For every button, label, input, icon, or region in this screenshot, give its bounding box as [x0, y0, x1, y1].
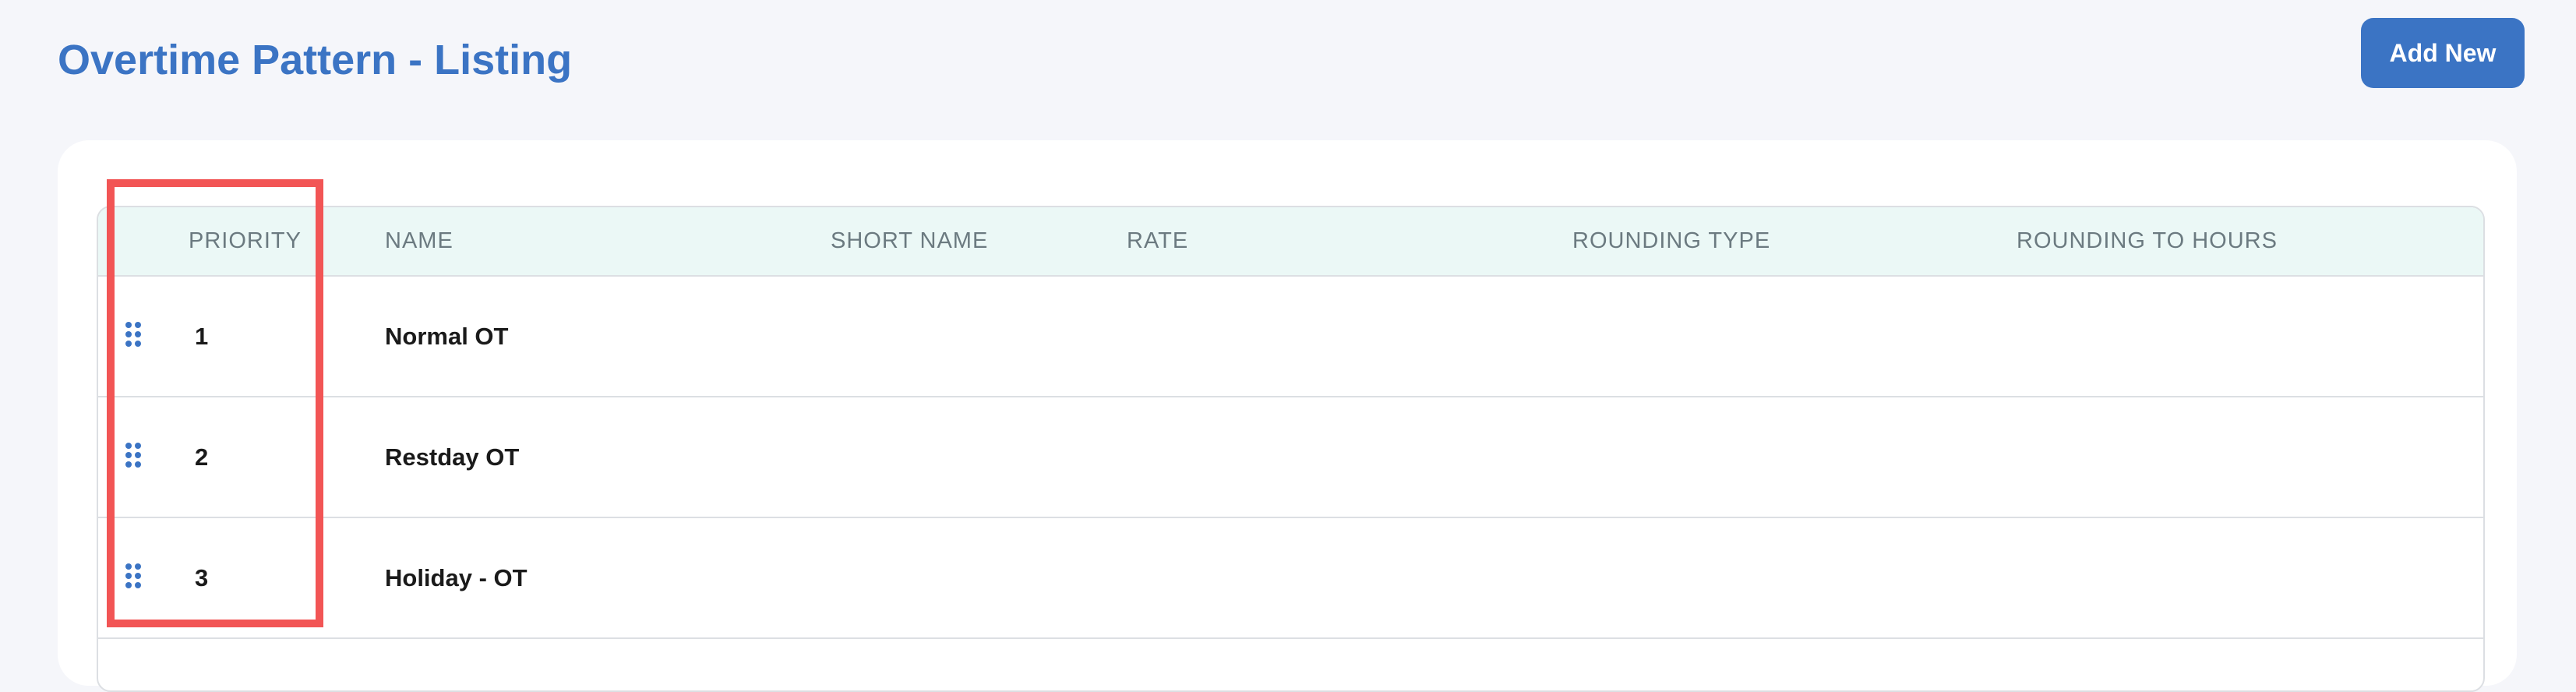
page-title: Overtime Pattern - Listing: [58, 37, 573, 83]
table-row[interactable]: 1 Normal OT: [98, 277, 2483, 397]
table-row[interactable]: 3 Holiday - OT: [98, 518, 2483, 639]
table-header: PRIORITY NAME SHORT NAME RATE ROUNDING T…: [98, 207, 2483, 277]
overtime-pattern-table: PRIORITY NAME SHORT NAME RATE ROUNDING T…: [97, 206, 2485, 692]
cell-name: Normal OT: [385, 323, 509, 350]
priority-column-highlight: [107, 179, 323, 627]
column-header-short-name[interactable]: SHORT NAME: [831, 207, 988, 275]
column-header-rounding-type[interactable]: ROUNDING TYPE: [1572, 207, 1770, 275]
cell-name: Holiday - OT: [385, 564, 528, 591]
add-new-button[interactable]: Add New: [2361, 18, 2525, 88]
column-header-name[interactable]: NAME: [385, 207, 453, 275]
table-row[interactable]: 2 Restday OT: [98, 397, 2483, 518]
column-header-rounding-to-hours[interactable]: ROUNDING TO HOURS: [2017, 207, 2278, 275]
cell-name: Restday OT: [385, 443, 520, 471]
column-header-rate[interactable]: RATE: [1127, 207, 1188, 275]
listing-card: PRIORITY NAME SHORT NAME RATE ROUNDING T…: [58, 140, 2517, 692]
